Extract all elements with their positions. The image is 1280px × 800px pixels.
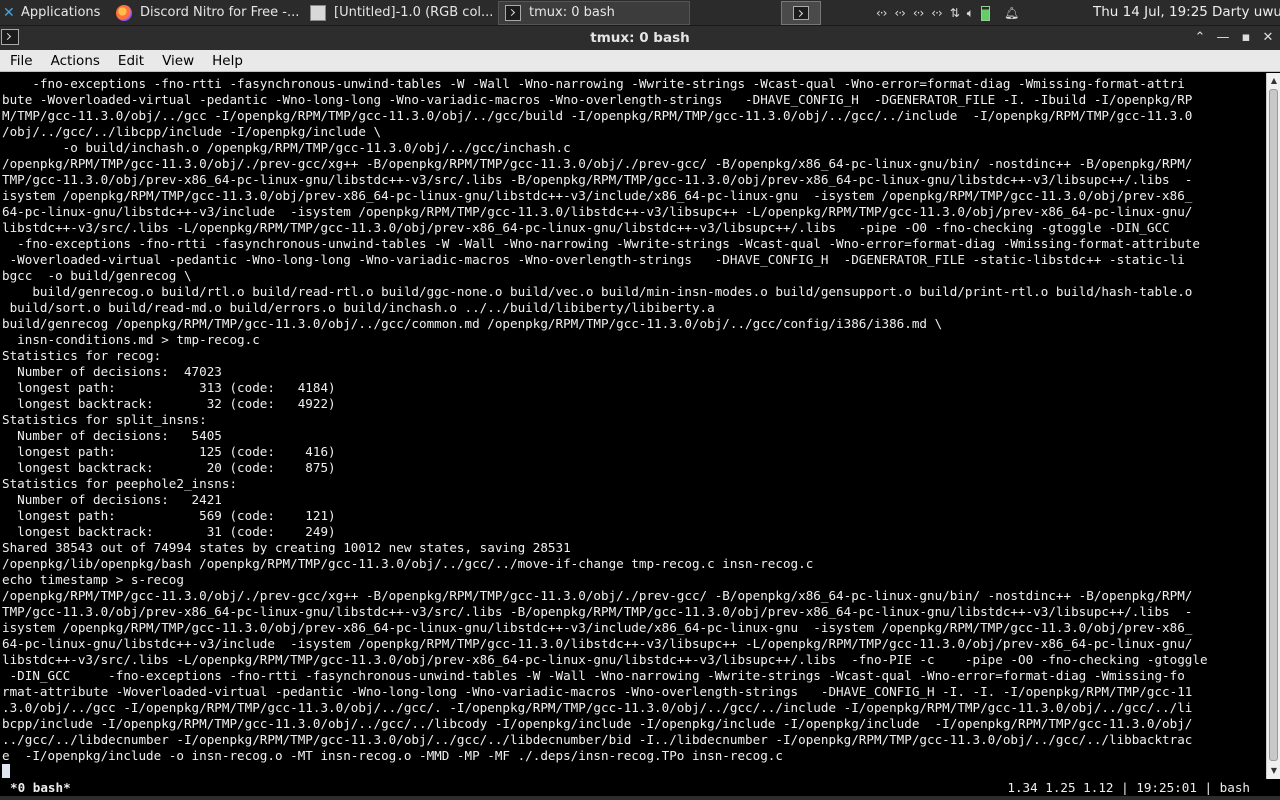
close-button[interactable]: ✕: [1258, 28, 1278, 48]
terminal-line: build/genrecog.o build/rtl.o build/read-…: [2, 284, 1193, 299]
xfce-logo-icon: ✕: [3, 4, 15, 21]
network-transfer-icon[interactable]: ⇅: [950, 6, 960, 20]
terminal-icon[interactable]: [1, 29, 19, 45]
battery-icon[interactable]: [980, 5, 990, 21]
workspace-switcher[interactable]: [781, 1, 821, 25]
terminal-line: longest path: 125 (code: 416): [2, 444, 336, 459]
menubar: File Actions Edit View Help: [0, 50, 1280, 72]
scrollbar-thumb[interactable]: [1269, 89, 1278, 761]
terminal-line: /openpkg/RPM/TMP/gcc-11.3.0/obj/./prev-g…: [2, 588, 1193, 603]
terminal-line: TMP/gcc-11.3.0/obj/prev-x86_64-pc-linux-…: [2, 604, 1193, 619]
terminal-line: Number of decisions: 2421: [2, 492, 222, 507]
menu-help[interactable]: Help: [202, 53, 251, 69]
taskbar-item-terminal[interactable]: tmux: 0 bash: [498, 0, 690, 25]
terminal-line: Statistics for split_insns:: [2, 412, 207, 427]
terminal-line: -fno-exceptions -fno-rtti -fasynchronous…: [2, 76, 1185, 91]
terminal-line: libstdc++-v3/src/.libs -L/openpkg/RPM/TM…: [2, 220, 1170, 235]
taskbar-item-label: Discord Nitro for Free -...: [140, 5, 300, 20]
applications-menu-button[interactable]: ✕ Applications: [0, 0, 108, 26]
terminal-line: 64-pc-linux-gnu/libstdc++-v3/include -is…: [2, 636, 1193, 651]
notification-bell-icon[interactable]: 🔔︎: [1004, 6, 1019, 20]
menu-view[interactable]: View: [152, 53, 202, 69]
scroll-down-icon[interactable]: ▼: [1269, 766, 1279, 776]
terminal-line: .3.0/obj/../gcc -I/openpkg/RPM/TMP/gcc-1…: [2, 700, 1193, 715]
terminal-line: longest backtrack: 31 (code: 249): [2, 524, 336, 539]
terminal-line: isystem /openpkg/RPM/TMP/gcc-11.3.0/obj/…: [2, 188, 1193, 203]
terminal-cursor: [2, 764, 10, 778]
top-panel: ✕ Applications Discord Nitro for Free -.…: [0, 0, 1280, 26]
gimp-icon: [310, 4, 326, 21]
clock[interactable]: Thu 14 Jul, 19:25: [1093, 4, 1208, 20]
terminal-line: longest path: 313 (code: 4184): [2, 380, 336, 395]
terminal-icon: [505, 4, 521, 21]
terminal-line: insn-conditions.md > tmp-recog.c: [2, 332, 260, 347]
terminal-line: bgcc -o build/genrecog \: [2, 268, 192, 283]
volume-icon[interactable]: 🔈︎: [967, 6, 974, 21]
terminal-scrollbar[interactable]: ▲ ▼: [1266, 73, 1280, 779]
terminal-line: isystem /openpkg/RPM/TMP/gcc-11.3.0/obj/…: [2, 620, 1193, 635]
network-icon[interactable]: ‹·›: [876, 6, 887, 20]
terminal-line: longest backtrack: 20 (code: 875): [2, 460, 336, 475]
terminal-output[interactable]: -fno-exceptions -fno-rtti -fasynchronous…: [0, 73, 1266, 779]
terminal-line: bcpp/include -I/openpkg/RPM/TMP/gcc-11.3…: [2, 716, 1193, 731]
terminal-line: TMP/gcc-11.3.0/obj/prev-x86_64-pc-linux-…: [2, 172, 1193, 187]
terminal-line: libstdc++-v3/src/.libs -L/openpkg/RPM/TM…: [2, 652, 1208, 667]
tmux-status-bar: *0 bash* 1.34 1.25 1.12 | 19:25:01 | bas…: [0, 779, 1266, 796]
terminal-line: -DIN_GCC -fno-exceptions -fno-rtti -fasy…: [2, 668, 1185, 683]
terminal-line: /openpkg/RPM/TMP/gcc-11.3.0/obj/./prev-g…: [2, 156, 1193, 171]
terminal-line: -o build/inchash.o /openpkg/RPM/TMP/gcc-…: [2, 140, 571, 155]
terminal-line: ../gcc/../libdecnumber -I/openpkg/RPM/TM…: [2, 732, 1193, 747]
terminal-text: -fno-exceptions -fno-rtti -fasynchronous…: [0, 73, 1266, 779]
terminal-line: echo timestamp > s-recog: [2, 572, 184, 587]
system-tray: ‹·› ‹·› ‹·› ‹·› ⇅ 🔈︎ 🔔︎: [876, 0, 1026, 26]
terminal-line: bute -Woverloaded-virtual -pedantic -Wno…: [2, 92, 1193, 107]
user-menu[interactable]: Darty uwu: [1212, 4, 1280, 20]
terminal-line: -Woverloaded-virtual -pedantic -Wno-long…: [2, 252, 1185, 267]
window-bottom-border: [0, 796, 1280, 800]
terminal-line: Number of decisions: 5405: [2, 428, 222, 443]
firefox-icon: [116, 4, 132, 21]
network-icon[interactable]: ‹·›: [931, 6, 942, 20]
taskbar-item-label: [Untitled]-1.0 (RGB col...: [334, 5, 494, 20]
minimize-button[interactable]: —: [1213, 28, 1233, 48]
terminal-line: build/genrecog /openpkg/RPM/TMP/gcc-11.3…: [2, 316, 943, 331]
tmux-status-right: 1.34 1.25 1.12 | 19:25:01 | bash: [1007, 780, 1250, 795]
terminal-line: rmat-attribute -Woverloaded-virtual -ped…: [2, 684, 1193, 699]
taskbar-item-firefox[interactable]: Discord Nitro for Free -...: [110, 1, 302, 25]
maximize-up-icon[interactable]: ⌃: [1190, 28, 1210, 48]
tmux-window-list[interactable]: *0 bash*: [10, 779, 71, 796]
scroll-up-icon[interactable]: ▲: [1269, 76, 1279, 86]
terminal-line: Number of decisions: 47023: [2, 364, 222, 379]
terminal-line: longest path: 569 (code: 121): [2, 508, 336, 523]
network-icon[interactable]: ‹·›: [913, 6, 924, 20]
network-icon[interactable]: ‹·›: [894, 6, 905, 20]
terminal-line: e -I/openpkg/include -o insn-recog.o -MT…: [2, 748, 783, 763]
window-title: tmux: 0 bash: [590, 30, 690, 46]
terminal-line: Shared 38543 out of 74994 states by crea…: [2, 540, 571, 555]
menu-file[interactable]: File: [0, 53, 41, 69]
terminal-line: 64-pc-linux-gnu/libstdc++-v3/include -is…: [2, 204, 1193, 219]
terminal-line: /openpkg/lib/openpkg/bash /openpkg/RPM/T…: [2, 556, 814, 571]
applications-label: Applications: [21, 5, 101, 20]
terminal-line: Statistics for peephole2_insns:: [2, 476, 238, 491]
taskbar-item-label: tmux: 0 bash: [529, 5, 615, 20]
terminal-line: /obj/../gcc/../libcpp/include -I/openpkg…: [2, 124, 382, 139]
terminal-icon: [793, 6, 809, 20]
terminal-line: build/sort.o build/read-md.o build/error…: [2, 300, 715, 315]
maximize-button[interactable]: ▪: [1236, 28, 1256, 48]
terminal-line: longest backtrack: 32 (code: 4922): [2, 396, 336, 411]
taskbar-item-gimp[interactable]: [Untitled]-1.0 (RGB col...: [304, 1, 496, 25]
terminal-line: Statistics for recog:: [2, 348, 162, 363]
menu-edit[interactable]: Edit: [108, 53, 152, 69]
terminal-line: -fno-exceptions -fno-rtti -fasynchronous…: [2, 236, 1200, 251]
window-titlebar[interactable]: tmux: 0 bash ⌃ — ▪ ✕: [0, 26, 1280, 50]
terminal-line: M/TMP/gcc-11.3.0/obj/../gcc -I/openpkg/R…: [2, 108, 1193, 123]
menu-actions[interactable]: Actions: [41, 53, 108, 69]
